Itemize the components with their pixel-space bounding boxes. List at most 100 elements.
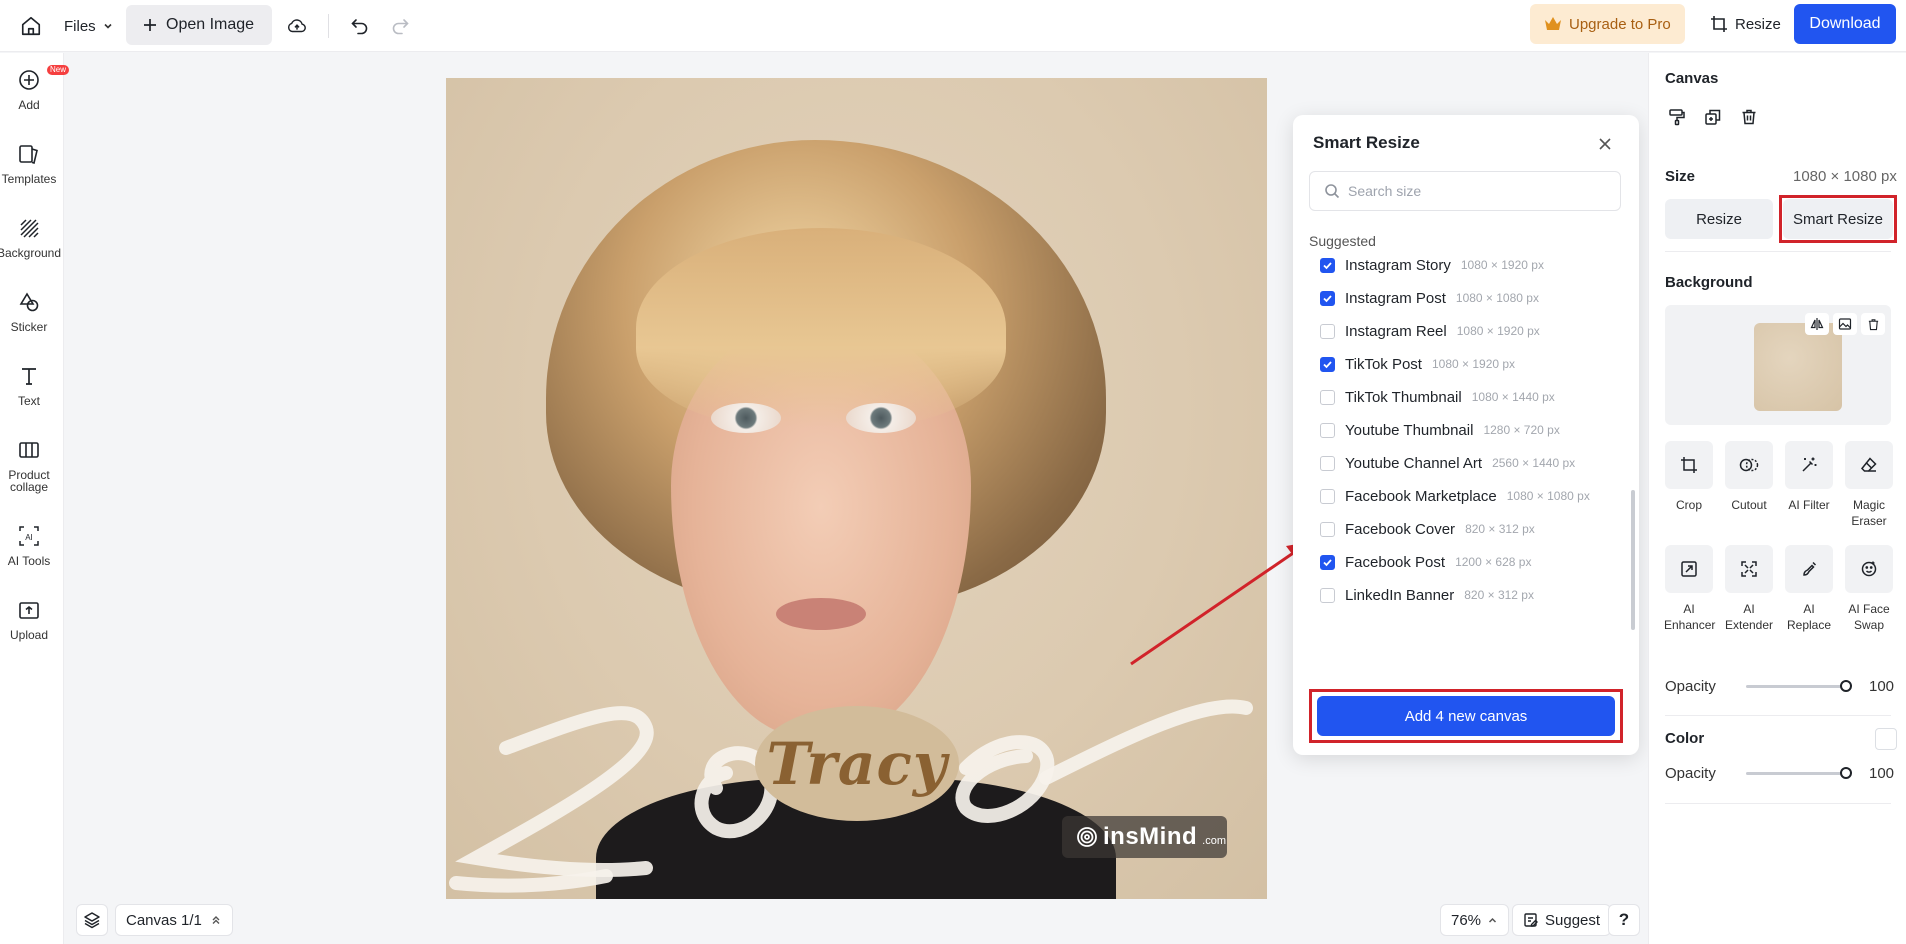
size-item-facebook-post[interactable]: Facebook Post 1200 × 628 px [1320, 550, 1531, 574]
ai-replace-tool-tile [1785, 545, 1833, 593]
sidebar-label-text: Text [17, 394, 40, 408]
ai-face-swap-tool[interactable]: AI Face Swap [1843, 545, 1895, 633]
insmind-logo-icon [1077, 827, 1097, 847]
size-item-name: Instagram Reel [1345, 322, 1447, 340]
checkbox-checked[interactable] [1320, 356, 1335, 372]
suggest-button[interactable]: Suggest [1512, 904, 1612, 936]
size-item-youtube-thumbnail[interactable]: Youtube Thumbnail 1280 × 720 px [1320, 418, 1560, 442]
upgrade-to-pro-button[interactable]: Upgrade to Pro [1530, 4, 1685, 44]
layers-button[interactable] [76, 904, 108, 936]
checkbox-unchecked[interactable] [1320, 323, 1335, 339]
flip-icon [1810, 318, 1824, 330]
svg-text:AI: AI [25, 533, 33, 542]
size-item-tiktok-post[interactable]: TikTok Post 1080 × 1920 px [1320, 352, 1515, 376]
magic-eraser-tool[interactable]: Magic Eraser [1843, 441, 1895, 529]
delete-background-button[interactable] [1861, 313, 1885, 335]
format-paint-button[interactable] [1665, 105, 1689, 129]
flip-background-button[interactable] [1805, 313, 1829, 335]
size-item-tiktok-thumbnail[interactable]: TikTok Thumbnail 1080 × 1440 px [1320, 385, 1555, 409]
size-item-facebook-marketplace[interactable]: Facebook Marketplace 1080 × 1080 px [1320, 484, 1590, 508]
delete-canvas-button[interactable] [1737, 105, 1761, 129]
ai-extender-tool[interactable]: AI Extender [1723, 545, 1775, 633]
color-opacity-slider-knob[interactable] [1840, 767, 1852, 779]
checkbox-unchecked[interactable] [1320, 455, 1335, 471]
download-button[interactable]: Download [1794, 4, 1896, 44]
duplicate-canvas-button[interactable] [1701, 105, 1725, 129]
size-item-instagram-reel[interactable]: Instagram Reel 1080 × 1920 px [1320, 319, 1540, 343]
checkbox-checked[interactable] [1320, 257, 1335, 273]
resize-button[interactable]: Resize [1665, 199, 1773, 239]
size-item-instagram-story[interactable]: Instagram Story 1080 × 1920 px [1320, 257, 1544, 277]
color-section-title: Color [1665, 730, 1705, 747]
section-divider [1665, 251, 1891, 252]
ai-enhancer-tool-label: AI Enhancer [1664, 602, 1716, 632]
upload-icon-wrap [16, 597, 42, 623]
size-item-name: Youtube Channel Art [1345, 454, 1483, 472]
checkbox-unchecked[interactable] [1320, 389, 1335, 405]
tracy-text-overlay[interactable]: Tracy [755, 706, 959, 821]
checkbox-checked[interactable] [1320, 554, 1335, 570]
undo-button[interactable] [345, 11, 375, 41]
opacity-slider-knob[interactable] [1840, 680, 1852, 692]
sidebar-item-text[interactable]: Text [0, 363, 58, 407]
resize-top-button[interactable]: Resize [1700, 4, 1791, 44]
sidebar-item-sticker[interactable]: Sticker [0, 289, 58, 333]
canvas-count-button[interactable]: Canvas 1/1 [115, 904, 233, 936]
smart-resize-button[interactable]: Smart Resize [1783, 199, 1893, 239]
ai-replace-tool[interactable]: AI Replace [1783, 545, 1835, 633]
background-thumbnail[interactable] [1754, 323, 1842, 411]
checkbox-unchecked[interactable] [1320, 521, 1335, 537]
size-preset-list[interactable]: Instagram Story 1080 × 1920 px Instagram… [1293, 257, 1639, 667]
collage-icon [19, 442, 39, 458]
sidebar-item-add[interactable]: New Add [0, 65, 70, 111]
sidebar-item-product-collage[interactable]: Product collage [0, 437, 58, 493]
checkbox-unchecked[interactable] [1320, 422, 1335, 438]
layers-icon [84, 912, 100, 929]
sidebar-item-ai-tools[interactable]: AI AI Tools [0, 523, 58, 567]
redo-button[interactable] [385, 11, 415, 41]
files-menu-button[interactable]: Files [64, 11, 114, 41]
background-preview[interactable] [1665, 305, 1891, 425]
cutout-tool[interactable]: Cutout [1723, 441, 1775, 513]
ai-face-swap-icon [1861, 561, 1877, 577]
design-canvas[interactable]: Tracy insMind .com [446, 78, 1267, 899]
search-size-field[interactable] [1309, 171, 1621, 211]
ai-filter-tool[interactable]: AI Filter [1783, 441, 1835, 513]
color-opacity-slider-track[interactable] [1746, 772, 1846, 775]
size-item-linkedin-banner[interactable]: LinkedIn Banner 820 × 312 px [1320, 583, 1534, 607]
checkbox-unchecked[interactable] [1320, 587, 1335, 603]
check-icon [1323, 360, 1332, 368]
annotation-arrow [1130, 542, 1309, 666]
replace-background-image-button[interactable] [1833, 313, 1857, 335]
search-size-input[interactable] [1348, 183, 1608, 199]
open-image-button[interactable]: Open Image [126, 5, 273, 45]
size-item-youtube-channel-art[interactable]: Youtube Channel Art 2560 × 1440 px [1320, 451, 1575, 475]
crop-tool[interactable]: Crop [1663, 441, 1715, 513]
sidebar-item-background[interactable]: Background [0, 215, 61, 259]
toolbar-divider [328, 14, 329, 38]
add-new-canvas-button[interactable]: Add 4 new canvas [1317, 696, 1615, 736]
opacity-slider-track[interactable] [1746, 685, 1846, 688]
sidebar-item-upload[interactable]: Upload [0, 597, 58, 641]
ai-enhancer-icon [1681, 561, 1697, 577]
checkbox-unchecked[interactable] [1320, 488, 1335, 504]
smart-resize-panel: Smart Resize Suggested Instagram Story 1… [1293, 115, 1639, 755]
color-swatch[interactable] [1875, 728, 1897, 750]
ai-filter-tool-label: AI Filter [1788, 498, 1830, 512]
sidebar-item-templates[interactable]: Templates [0, 141, 58, 185]
ai-enhancer-tool[interactable]: AI Enhancer [1663, 545, 1715, 633]
home-button[interactable] [16, 11, 46, 41]
zoom-level-button[interactable]: 76% [1440, 904, 1510, 936]
duplicate-icon [1705, 109, 1721, 125]
close-smart-resize-button[interactable] [1595, 134, 1615, 154]
size-item-facebook-cover[interactable]: Facebook Cover 820 × 312 px [1320, 517, 1535, 541]
size-item-instagram-post[interactable]: Instagram Post 1080 × 1080 px [1320, 286, 1539, 310]
help-icon: ? [1618, 910, 1630, 929]
ai-enhancer-tool-tile [1665, 545, 1713, 593]
magic-eraser-icon [1860, 457, 1877, 472]
checkbox-checked[interactable] [1320, 290, 1335, 306]
help-button[interactable]: ? [1608, 904, 1640, 936]
cloud-save-button[interactable] [282, 11, 312, 41]
size-item-name: Instagram Story [1345, 257, 1451, 274]
size-list-scrollbar[interactable] [1631, 490, 1635, 630]
